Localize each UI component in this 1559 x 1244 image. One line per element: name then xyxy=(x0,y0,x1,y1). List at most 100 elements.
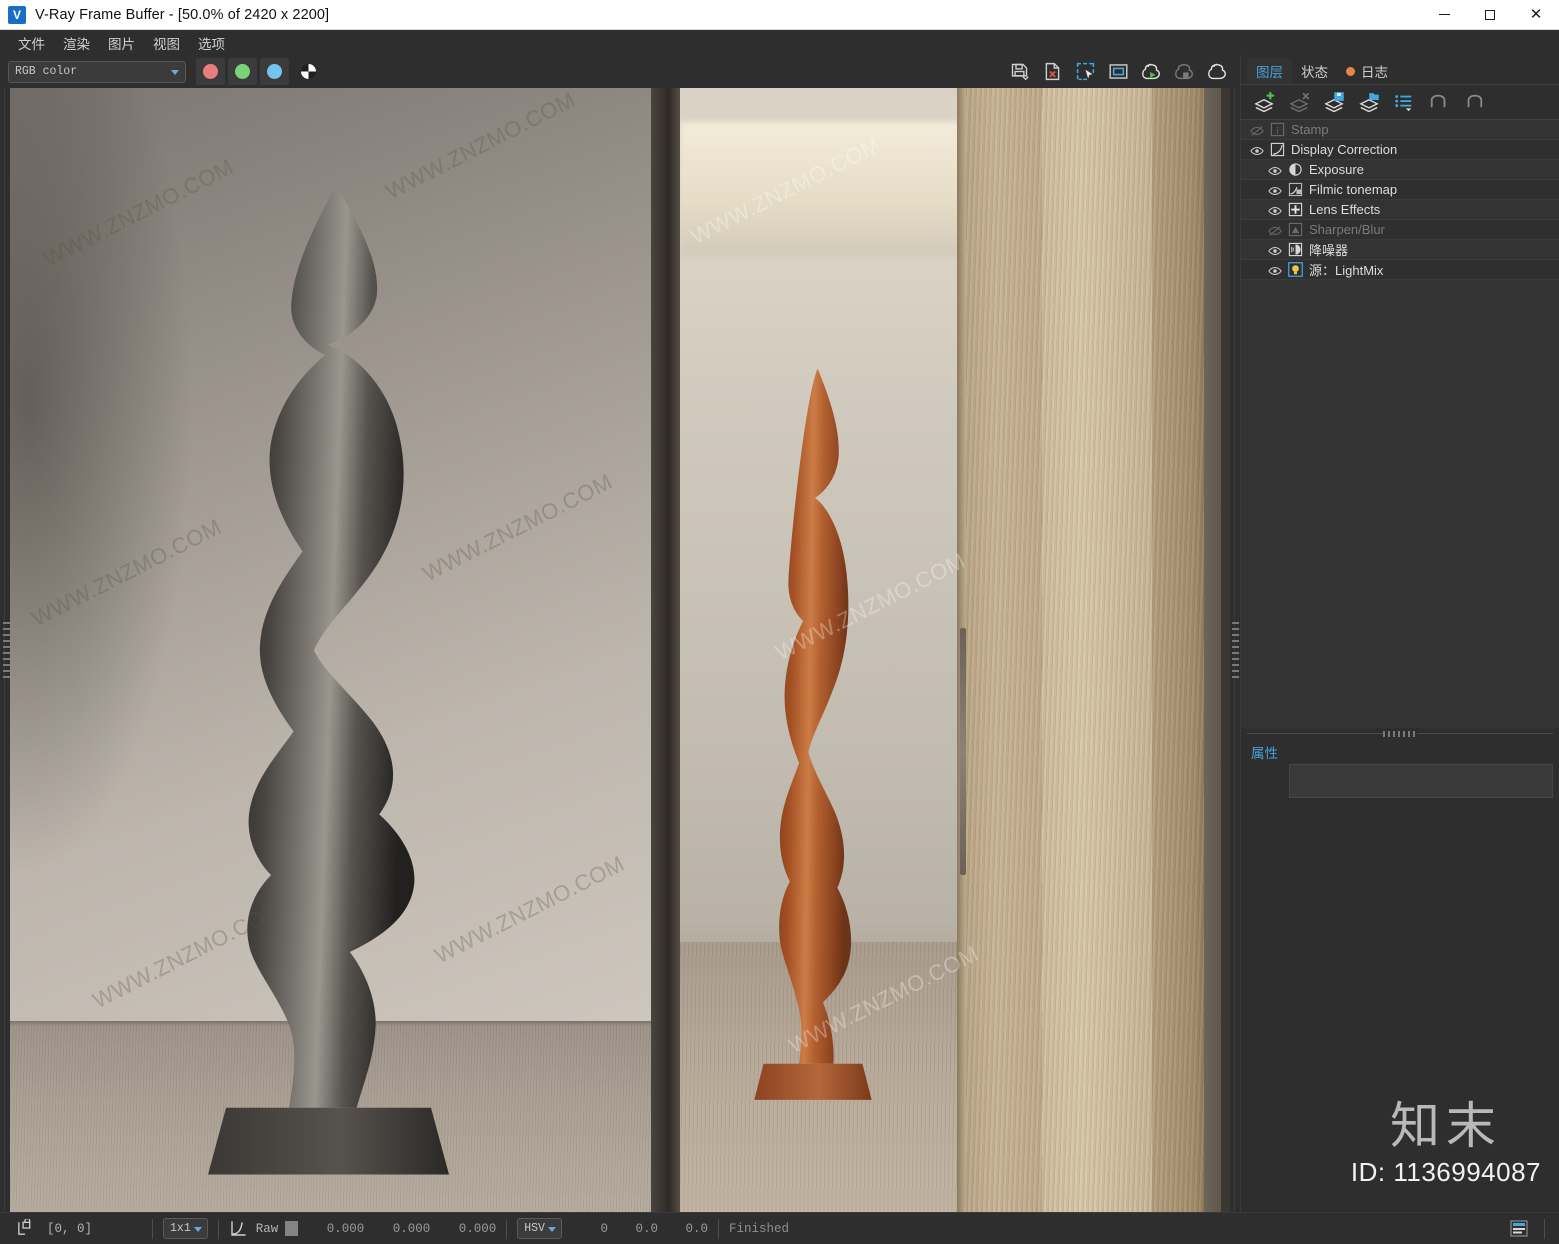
clear-image-icon[interactable] xyxy=(1037,58,1067,86)
wood-door-panel-3 xyxy=(1151,88,1205,1212)
layer-row[interactable]: 源：LightMix xyxy=(1241,260,1559,280)
wall-right xyxy=(1221,88,1230,1212)
brand-watermark: 知末 ID: 1136994087 xyxy=(1351,1101,1541,1188)
raw-value-g: 0.000 xyxy=(392,1221,431,1236)
layer-label: Display Correction xyxy=(1291,142,1398,157)
visibility-on-icon[interactable] xyxy=(1268,204,1282,216)
fit-view-icon[interactable] xyxy=(1103,58,1133,86)
visibility-on-icon[interactable] xyxy=(1268,164,1282,176)
right-dock: 图层 状态 日志 i Stamp Display Correction Expo… xyxy=(1240,55,1559,1212)
minimize-icon[interactable] xyxy=(1421,0,1467,30)
chevron-down-icon xyxy=(547,1226,556,1232)
layer-row[interactable]: i Stamp xyxy=(1241,120,1559,140)
color-curve-icon[interactable] xyxy=(229,1220,247,1238)
filmic-tonemap-icon xyxy=(1288,182,1303,197)
add-layer-icon[interactable] xyxy=(1249,89,1279,116)
splitter-grip-icon xyxy=(2,622,10,678)
raw-value-r: 0.000 xyxy=(326,1221,365,1236)
layer-row[interactable]: Exposure xyxy=(1241,160,1559,180)
color-mode-select[interactable]: HSV xyxy=(517,1218,562,1239)
maximize-icon[interactable] xyxy=(1467,0,1513,30)
tab-log-label: 日志 xyxy=(1361,65,1388,80)
sample-size-value: 1x1 xyxy=(170,1222,191,1235)
wood-door-panel-2 xyxy=(1042,88,1152,1212)
layer-label: 降噪器 xyxy=(1309,243,1349,258)
tab-status-label: 状态 xyxy=(1301,65,1328,80)
raw-color-swatch xyxy=(285,1221,299,1236)
layer-row[interactable]: Lens Effects xyxy=(1241,200,1559,220)
viewport-column: RGB color WWW.ZNZMO.COM WWW.ZNZMO.COM WW… xyxy=(0,55,1240,1212)
title-bar: V V-Ray Frame Buffer - [50.0% of 2420 x … xyxy=(0,0,1559,30)
visibility-off-icon[interactable] xyxy=(1268,224,1282,236)
blue-channel-button[interactable] xyxy=(260,58,289,85)
render-stop-icon[interactable] xyxy=(1169,58,1199,86)
tab-properties[interactable]: 属性 xyxy=(1249,742,1286,764)
delete-layer-icon[interactable] xyxy=(1284,89,1314,116)
layer-list-menu-icon[interactable] xyxy=(1389,89,1419,116)
render-start-icon[interactable] xyxy=(1136,58,1166,86)
raw-label: Raw xyxy=(255,1221,279,1236)
lens-effects-icon xyxy=(1288,202,1303,217)
tab-log[interactable]: 日志 xyxy=(1337,58,1397,84)
visibility-on-icon[interactable] xyxy=(1268,184,1282,196)
panel-layout-icon[interactable] xyxy=(1510,1220,1528,1237)
channel-button-group xyxy=(196,58,289,85)
render-last-icon[interactable] xyxy=(1202,58,1232,86)
tab-layers[interactable]: 图层 xyxy=(1247,58,1292,84)
door-handle xyxy=(960,627,966,875)
tab-layers-label: 图层 xyxy=(1256,65,1283,80)
layer-row[interactable]: Sharpen/Blur xyxy=(1241,220,1559,240)
tab-status[interactable]: 状态 xyxy=(1292,58,1337,84)
menu-item-options[interactable]: 选项 xyxy=(190,30,233,56)
chevron-down-icon xyxy=(193,1226,202,1232)
viewport-toolbar: RGB color xyxy=(0,55,1240,88)
menu-item-view[interactable]: 视图 xyxy=(145,30,188,56)
status-divider xyxy=(1544,1218,1545,1239)
save-layer-icon[interactable] xyxy=(1319,89,1349,116)
sculpture-dark xyxy=(207,184,449,1175)
rendered-image: WWW.ZNZMO.COM WWW.ZNZMO.COM WWW.ZNZMO.CO… xyxy=(10,88,1230,1212)
menu-item-file[interactable]: 文件 xyxy=(10,30,53,56)
sample-size-select[interactable]: 1x1 xyxy=(163,1218,208,1239)
vray-frame-buffer-window: V V-Ray Frame Buffer - [50.0% of 2420 x … xyxy=(0,0,1559,1244)
brand-watermark-name: 知末 xyxy=(1389,1097,1502,1155)
vray-logo-icon: V xyxy=(8,5,26,24)
redo-icon[interactable] xyxy=(1459,89,1489,116)
green-channel-button[interactable] xyxy=(228,58,257,85)
visibility-on-icon[interactable] xyxy=(1250,144,1264,156)
sharpen-blur-icon xyxy=(1288,222,1303,237)
dock-splitter[interactable] xyxy=(1241,728,1559,740)
status-divider xyxy=(506,1218,508,1239)
hsv-value-v: 0.0 xyxy=(685,1221,708,1236)
red-channel-button[interactable] xyxy=(196,58,225,85)
layer-row[interactable]: 降噪器 xyxy=(1241,240,1559,260)
menu-bar: 文件 渲染 图片 视图 选项 xyxy=(0,30,1559,55)
layer-row[interactable]: Filmic tonemap xyxy=(1241,180,1559,200)
visibility-off-icon[interactable] xyxy=(1250,124,1264,136)
sculpture-copper xyxy=(753,368,872,1100)
window-title: V-Ray Frame Buffer - [50.0% of 2420 x 22… xyxy=(35,6,330,23)
layer-row[interactable]: Display Correction xyxy=(1241,140,1559,160)
visibility-on-icon[interactable] xyxy=(1268,244,1282,256)
left-splitter[interactable] xyxy=(0,88,10,1212)
close-icon[interactable]: ✕ xyxy=(1513,0,1559,30)
right-splitter[interactable] xyxy=(1230,88,1240,1212)
layer-label: Filmic tonemap xyxy=(1309,182,1398,197)
status-bar: [0, 0] 1x1 Raw 0.000 0.000 0.000 HSV 0 0… xyxy=(0,1212,1559,1244)
menu-item-image[interactable]: 图片 xyxy=(100,30,143,56)
undo-icon[interactable] xyxy=(1424,89,1454,116)
alpha-channel-button[interactable] xyxy=(293,58,323,85)
render-canvas[interactable]: WWW.ZNZMO.COM WWW.ZNZMO.COM WWW.ZNZMO.CO… xyxy=(10,88,1230,1212)
lightmix-source-icon xyxy=(1288,262,1303,277)
channel-select[interactable]: RGB color xyxy=(8,60,186,83)
visibility-on-icon[interactable] xyxy=(1268,264,1282,276)
exposure-icon xyxy=(1288,162,1303,177)
menu-item-render[interactable]: 渲染 xyxy=(55,30,98,56)
cursor-coordinates: [0, 0] xyxy=(47,1221,93,1236)
load-layer-icon[interactable] xyxy=(1354,89,1384,116)
save-image-icon[interactable] xyxy=(1004,58,1034,86)
layer-list-empty-space xyxy=(1241,280,1559,728)
region-select-icon[interactable] xyxy=(1070,58,1100,86)
pixel-lock-icon[interactable] xyxy=(16,1219,33,1238)
svg-text:i: i xyxy=(1276,126,1279,136)
